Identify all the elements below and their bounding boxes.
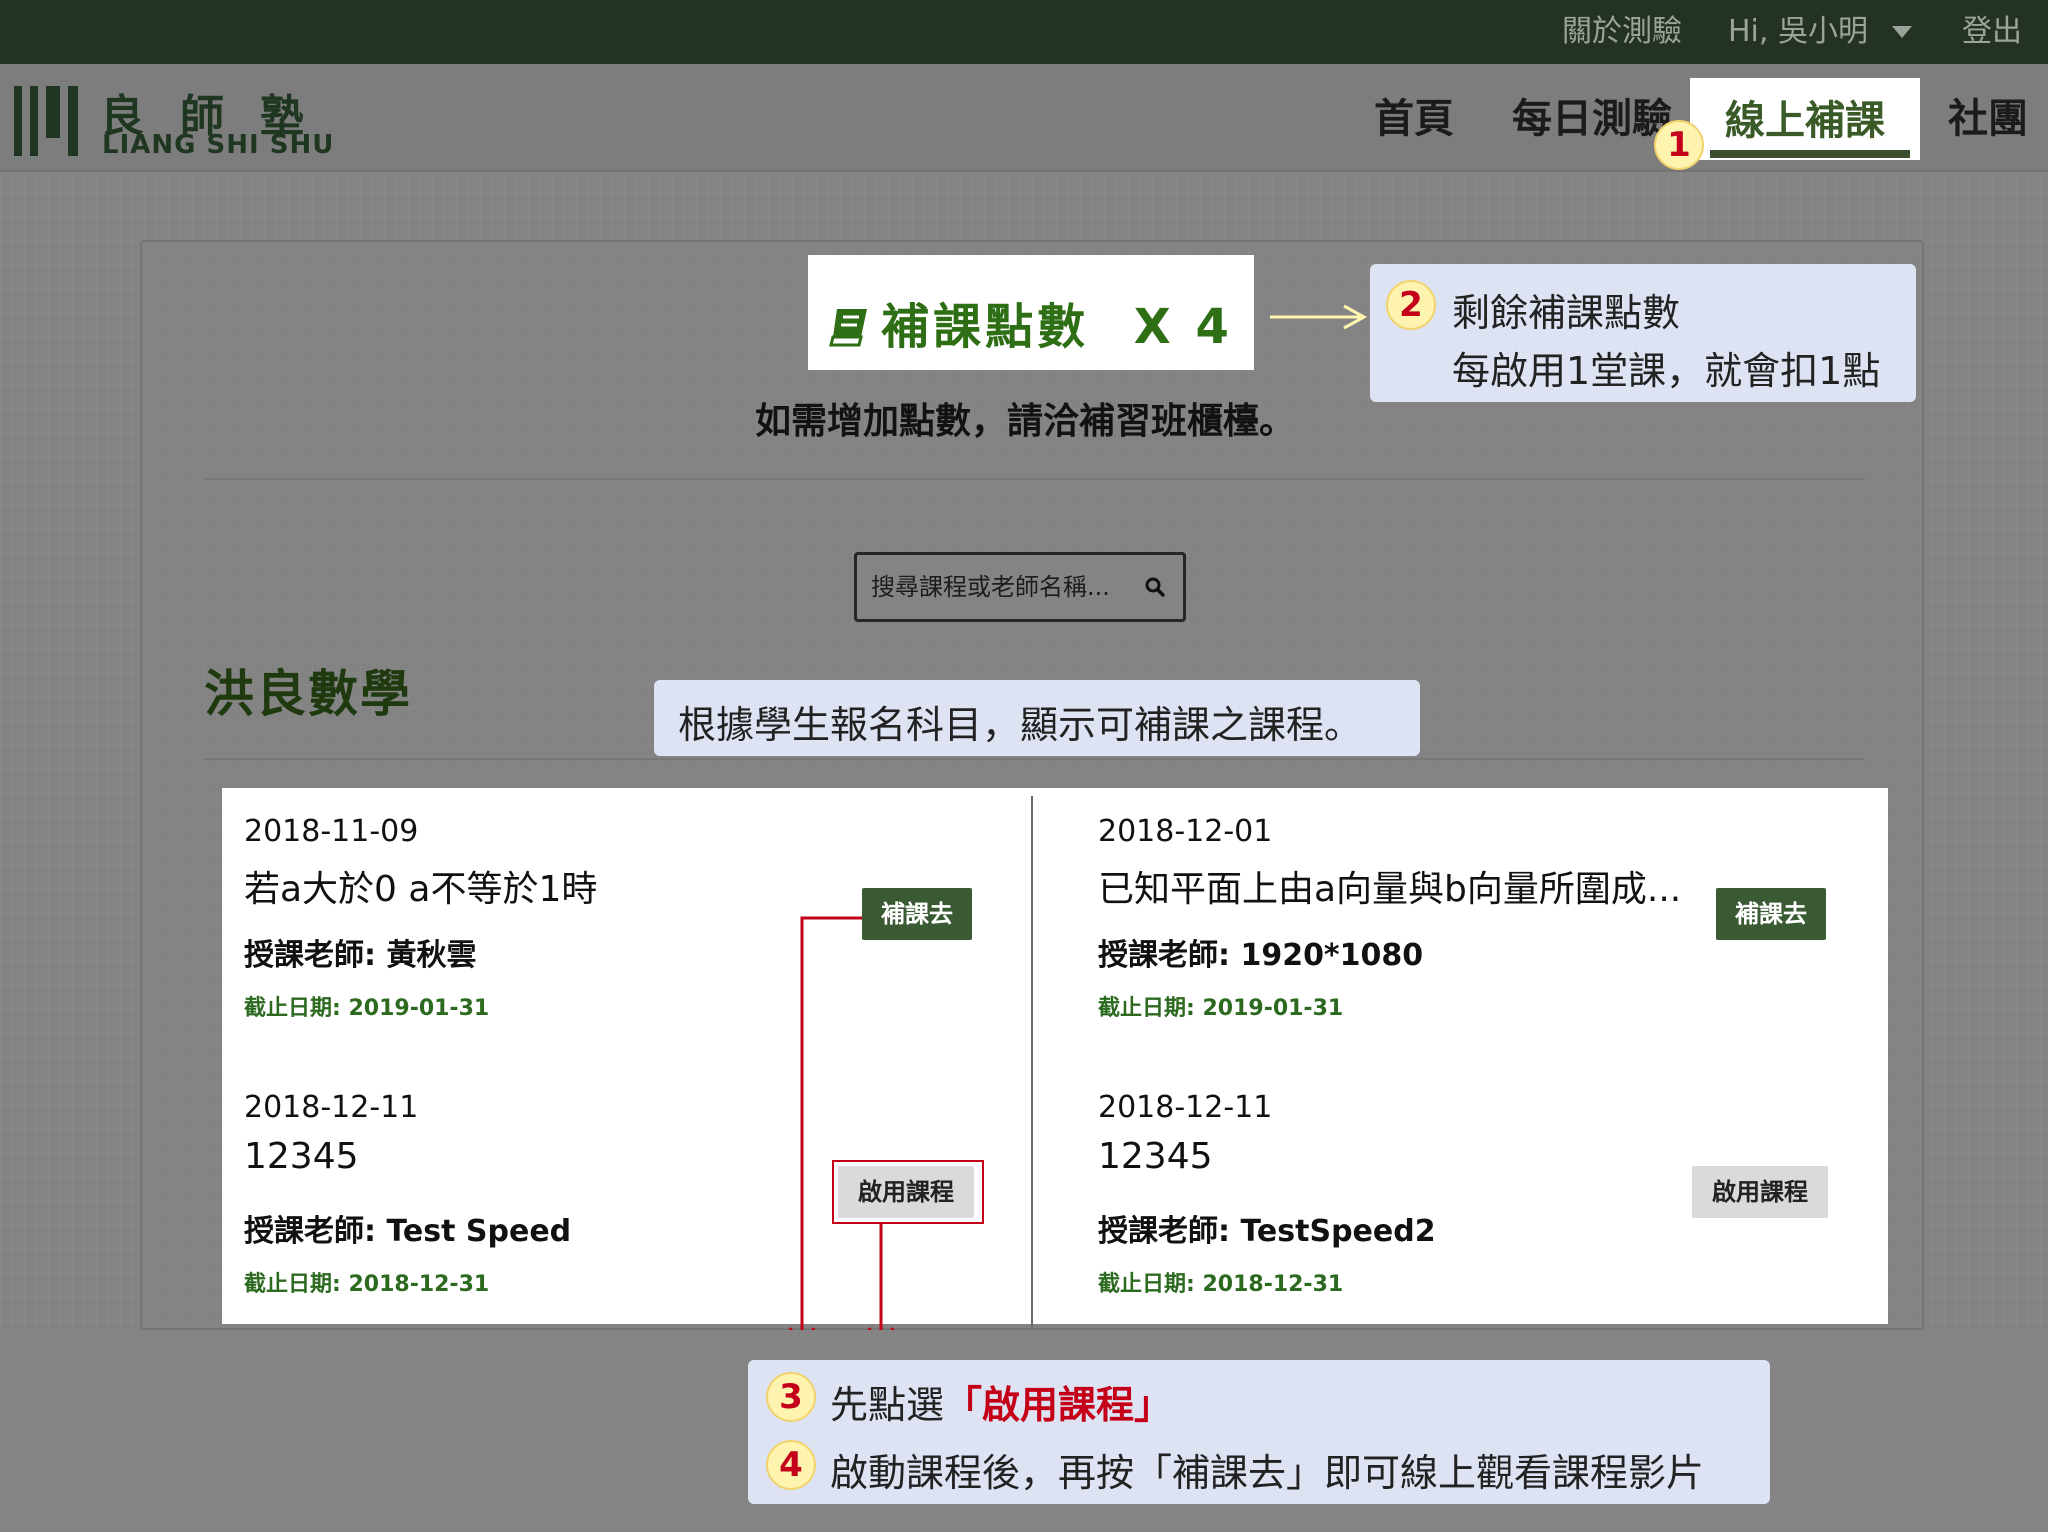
course-title: 12345 — [1098, 1136, 1213, 1177]
course-title: 12345 — [244, 1136, 359, 1177]
points-callout-line1: 剩餘補課點數 — [1452, 291, 1681, 335]
arrow-right-icon — [1270, 304, 1368, 330]
course-deadline: 截止日期: 2019-01-31 — [244, 996, 490, 1021]
course-card: 2018-12-11 12345 授課老師: TestSpeed2 截止日期: … — [1076, 1066, 1866, 1326]
subject-title: 洪良數學 — [204, 665, 412, 723]
red-arrows-icon — [788, 916, 895, 1354]
course-deadline: 截止日期: 2018-12-31 — [244, 1272, 490, 1297]
points-display: 補課點數 X 4 — [808, 287, 1254, 357]
points-callout-line2: 每啟用1堂課，就會扣1點 — [1452, 349, 1881, 393]
step3-text: 先點選「啟用課程」 — [830, 1374, 1172, 1429]
nav-home[interactable]: 首頁 — [1374, 86, 1454, 144]
course-grid-separator — [1031, 796, 1033, 1330]
nav-daily-test[interactable]: 每日測驗 — [1512, 86, 1672, 144]
user-menu[interactable]: Hi, 吳小明 — [1728, 0, 1912, 64]
search-box[interactable] — [854, 552, 1186, 622]
enable-course-button[interactable]: 啟用課程 — [1692, 1166, 1828, 1218]
step-badge-1: 1 — [1654, 120, 1704, 170]
step3-prefix: 先點選 — [830, 1383, 945, 1427]
about-test-link[interactable]: 關於測驗 — [1562, 0, 1682, 64]
go-makeup-button[interactable]: 補課去 — [1716, 888, 1826, 940]
step4-text: 啟動課程後，再按「補課去」即可線上觀看課程影片 — [830, 1451, 1705, 1495]
step3-emphasis: 「啟用課程」 — [944, 1383, 1173, 1427]
course-date: 2018-12-11 — [244, 1090, 419, 1125]
course-date: 2018-12-01 — [1098, 814, 1273, 849]
step-badge-4: 4 — [766, 1440, 816, 1490]
subject-divider — [204, 758, 1864, 760]
course-date: 2018-12-11 — [1098, 1090, 1273, 1125]
nav-community[interactable]: 社團 — [1948, 86, 2028, 144]
course-teacher: 授課老師: TestSpeed2 — [1098, 1214, 1436, 1249]
points-count: X 4 — [1133, 299, 1233, 355]
points-label: 補課點數 — [881, 299, 1090, 355]
course-card: 2018-12-01 已知平面上由a向量與b向量所圍成... 授課老師: 192… — [1076, 790, 1866, 1050]
logo-mark-icon[interactable] — [14, 86, 78, 156]
search-icon[interactable] — [1145, 577, 1165, 597]
user-greeting: Hi, 吳小明 — [1728, 14, 1868, 49]
step-badge-3: 3 — [766, 1372, 816, 1422]
course-title: 若a大於0 a不等於1時 — [244, 869, 598, 910]
search-input[interactable] — [871, 569, 1121, 605]
subject-callout-text: 根據學生報名科目，顯示可補課之課程。 — [678, 703, 1363, 747]
nav-active-underline — [1710, 150, 1910, 158]
logout-link[interactable]: 登出 — [1962, 0, 2022, 64]
course-title: 已知平面上由a向量與b向量所圍成... — [1098, 869, 1682, 910]
step-badge-2: 2 — [1386, 280, 1436, 330]
chevron-down-icon — [1891, 26, 1912, 38]
book-icon — [829, 309, 868, 347]
course-teacher: 授課老師: 黃秋雲 — [244, 938, 477, 973]
logo-english-text: LIANG SHI SHU — [102, 130, 335, 160]
course-deadline: 截止日期: 2018-12-31 — [1098, 1272, 1344, 1297]
course-deadline: 截止日期: 2019-01-31 — [1098, 996, 1344, 1021]
nav-online-makeup[interactable]: 線上補課 — [1690, 88, 1920, 146]
section-divider — [204, 478, 1864, 480]
course-date: 2018-11-09 — [244, 814, 419, 849]
course-teacher: 授課老師: Test Speed — [244, 1214, 572, 1249]
course-teacher: 授課老師: 1920*1080 — [1098, 938, 1424, 973]
points-note: 如需增加點數，請洽補習班櫃檯。 — [754, 401, 1295, 442]
